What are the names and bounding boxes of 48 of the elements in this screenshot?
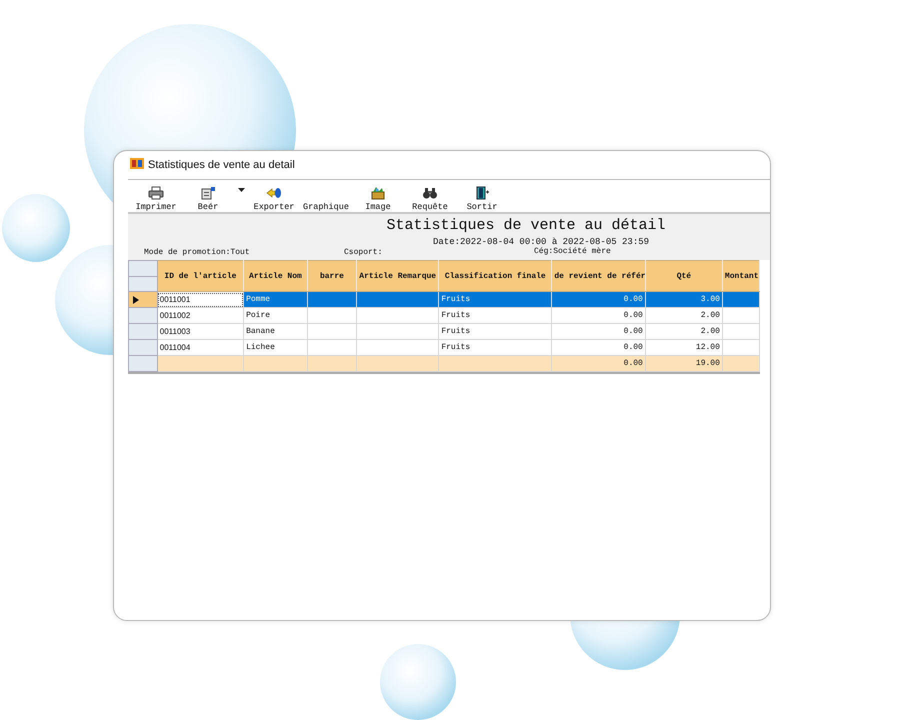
filter-label: Cég:Société mère: [534, 247, 611, 258]
table-cell: 2.00: [645, 308, 722, 324]
table-row[interactable]: 0011001 Pomme Fruits 0.00 3.00: [128, 292, 760, 308]
toolbar-button[interactable]: Exporter: [248, 184, 300, 212]
app-logo-icon: [130, 158, 144, 169]
table-cell: 2.00: [645, 324, 722, 340]
table-cell: Pomme: [244, 292, 308, 308]
column-header[interactable]: Classification finale: [438, 260, 552, 292]
binoculars-icon: [422, 186, 438, 200]
column-header[interactable]: Qté: [645, 260, 722, 292]
table-row[interactable]: 0011002 Poire Fruits 0.00 2.00: [128, 308, 760, 324]
table-cell: Fruits: [438, 308, 552, 324]
table-cell: 0.00: [552, 324, 646, 340]
document-icon: [200, 186, 216, 200]
current-row-icon: [133, 296, 139, 304]
date-range: Date:2022-08-04 00:00 à 2022-08-05 23:59: [432, 237, 650, 247]
door-icon: [474, 186, 490, 200]
toolbar-button[interactable]: Image: [352, 184, 404, 212]
filter-label: Csoport:: [344, 248, 384, 258]
table-cell: Fruits: [438, 324, 552, 340]
column-header[interactable]: Montant: [722, 260, 760, 292]
column-header[interactable]: Article Remarque: [356, 260, 439, 292]
table-cell: 0011001: [157, 292, 244, 308]
filter-label: Mode de promotion:Tout: [144, 248, 251, 258]
box-icon: [370, 186, 386, 200]
table-cell: 0011003: [157, 324, 244, 340]
table-cell: 0.00: [552, 308, 646, 324]
report-title: Statistiques de vente au détail: [385, 217, 667, 235]
table-cell: 3.00: [645, 292, 722, 308]
column-header[interactable]: ID de l'article: [157, 260, 244, 292]
column-header[interactable]: barre: [307, 260, 357, 292]
arrow-icon: [266, 186, 282, 200]
total-cell: 19.00: [645, 356, 722, 372]
window-title: Statistiques de vente au detail: [148, 159, 295, 171]
toolbar-button[interactable]: Imprimer: [130, 184, 182, 212]
table-row[interactable]: 0011003 Banane Fruits 0.00 2.00: [128, 324, 760, 340]
toolbar-button[interactable]: Sortir: [456, 184, 508, 212]
printer-icon: [148, 186, 164, 200]
table-cell: 0011002: [157, 308, 244, 324]
total-cell: 0.00: [552, 356, 646, 372]
table-cell: 0.00: [552, 292, 646, 308]
toolbar-button[interactable]: Graphique: [300, 184, 352, 212]
table-cell: Banane: [244, 324, 308, 340]
toolbar-button[interactable]: Beér: [182, 184, 234, 212]
toolbar-button[interactable]: Requête: [404, 184, 456, 212]
table-cell: Fruits: [438, 292, 552, 308]
table-cell: Poire: [244, 308, 308, 324]
column-header[interactable]: Article Nom: [244, 260, 308, 292]
